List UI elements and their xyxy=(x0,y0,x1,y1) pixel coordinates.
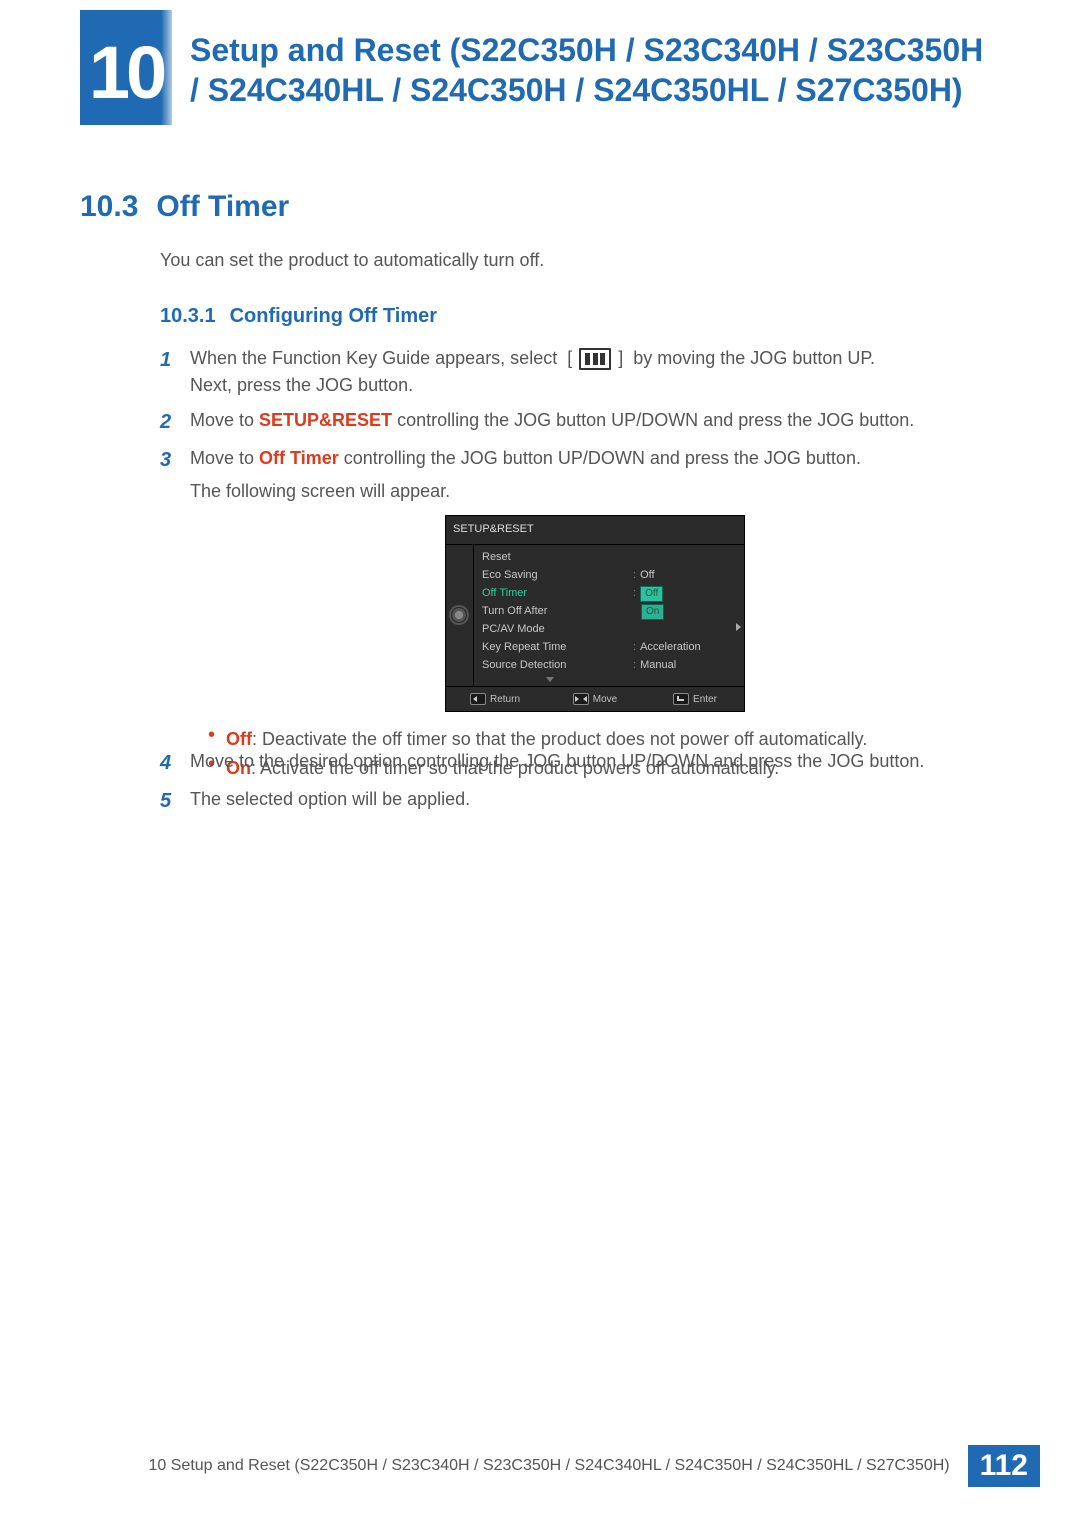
gear-icon xyxy=(451,607,467,623)
section-heading: 10.3 Off Timer xyxy=(80,190,289,224)
osd-item-pcav: PC/AV Mode xyxy=(474,621,625,639)
osd-eco-value: Off xyxy=(640,567,654,584)
move-icon xyxy=(573,693,589,705)
step1-text-c: Next, press the JOG button. xyxy=(190,375,413,395)
step4-text: Move to the desired option controlling t… xyxy=(190,748,1000,778)
step3-text-a: Move to xyxy=(190,448,259,468)
page-number: 112 xyxy=(968,1445,1040,1487)
step-number: 1 xyxy=(160,345,190,399)
step-number: 5 xyxy=(160,786,190,816)
osd-move-label: Move xyxy=(593,692,617,707)
enter-icon xyxy=(673,693,689,705)
steps-list: 1 When the Function Key Guide appears, s… xyxy=(160,345,1000,792)
step2-red: SETUP&RESET xyxy=(259,410,392,430)
osd-footer: Return Move Enter xyxy=(445,686,745,712)
steps-list-lower: 4 Move to the desired option controlling… xyxy=(160,748,1000,824)
step3-text-c: controlling the JOG button UP/DOWN and p… xyxy=(339,448,861,468)
page-footer: 10 Setup and Reset (S22C350H / S23C340H … xyxy=(0,1445,1080,1487)
osd-menu-column: Reset Eco Saving Off Timer Turn Off Afte… xyxy=(474,545,625,686)
return-icon xyxy=(470,693,486,705)
osd-title: SETUP&RESET xyxy=(445,515,745,545)
osd-source-value: Manual xyxy=(640,657,676,674)
osd-enter-label: Enter xyxy=(693,692,717,707)
osd-key-repeat-value: Acceleration xyxy=(640,639,701,656)
osd-value-column: :Off :Off On :Acceleration :Manual xyxy=(625,545,745,686)
bullet-off-label: Off xyxy=(226,729,252,749)
osd-icon-column xyxy=(445,545,474,686)
chevron-right-icon xyxy=(736,623,741,631)
footer-breadcrumb: 10 Setup and Reset (S22C350H / S23C340H … xyxy=(149,1457,950,1475)
step2-text-c: controlling the JOG button UP/DOWN and p… xyxy=(392,410,914,430)
osd-off-timer-off: Off xyxy=(640,586,663,602)
step1-text-b: by moving the JOG button UP. xyxy=(633,348,875,368)
subsection-title: Configuring Off Timer xyxy=(230,305,437,327)
osd-item-eco: Eco Saving xyxy=(474,567,625,585)
bullet-off-desc: : Deactivate the off timer so that the p… xyxy=(252,729,867,749)
step-number: 3 xyxy=(160,445,190,784)
osd-screenshot: SETUP&RESET Reset Eco Saving Off Timer T… xyxy=(445,515,745,712)
section-number: 10.3 xyxy=(80,190,138,223)
step2-text-a: Move to xyxy=(190,410,259,430)
step-number: 4 xyxy=(160,748,190,778)
osd-off-timer-on: On xyxy=(641,604,664,620)
step3-red: Off Timer xyxy=(259,448,339,468)
subsection-heading: 10.3.1 Configuring Off Timer xyxy=(160,305,437,328)
osd-item-source: Source Detection xyxy=(474,657,625,675)
step5-text: The selected option will be applied. xyxy=(190,786,1000,816)
menu-icon xyxy=(579,348,611,370)
chapter-title: Setup and Reset (S22C350H / S23C340H / S… xyxy=(190,30,1000,110)
osd-item-off-timer: Off Timer xyxy=(474,585,625,603)
osd-item-key-repeat: Key Repeat Time xyxy=(474,639,625,657)
step-number: 2 xyxy=(160,407,190,437)
osd-return-label: Return xyxy=(490,692,520,707)
step3-text-d: The following screen will appear. xyxy=(190,481,450,501)
subsection-number: 10.3.1 xyxy=(160,305,216,327)
step1-text-a: When the Function Key Guide appears, sel… xyxy=(190,348,557,368)
osd-item-reset: Reset xyxy=(474,549,625,567)
osd-item-turn-off-after: Turn Off After xyxy=(474,603,625,621)
section-title: Off Timer xyxy=(156,190,289,223)
intro-text: You can set the product to automatically… xyxy=(160,250,544,271)
chapter-number-tab: 10 xyxy=(80,10,172,125)
chevron-down-icon xyxy=(546,677,554,682)
